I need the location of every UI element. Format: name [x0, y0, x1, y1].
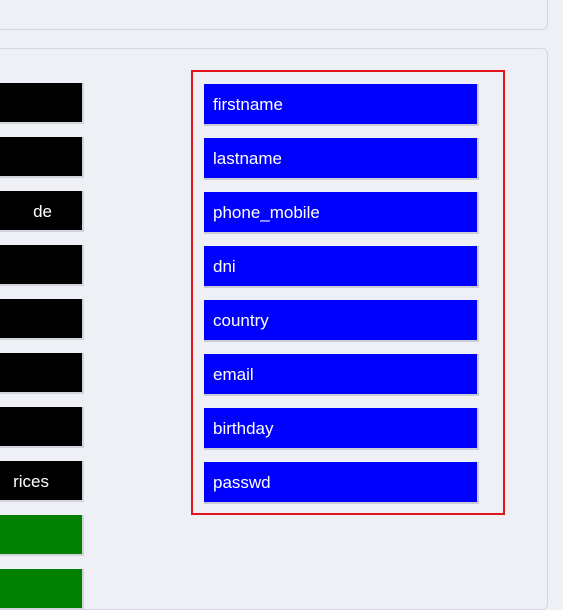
source-field-item[interactable]: [0, 83, 84, 124]
source-field-item[interactable]: rices: [0, 461, 84, 502]
source-field-item[interactable]: [0, 299, 84, 340]
source-field-item[interactable]: [0, 569, 84, 610]
selected-field-lastname[interactable]: lastname: [204, 138, 479, 180]
selected-field-phone-mobile[interactable]: phone_mobile: [204, 192, 479, 234]
selected-field-country[interactable]: country: [204, 300, 479, 342]
selected-field-passwd[interactable]: passwd: [204, 462, 479, 504]
source-field-item[interactable]: [0, 515, 84, 556]
source-field-item[interactable]: [0, 353, 84, 394]
top-panel: [0, 0, 548, 30]
selected-field-firstname[interactable]: firstname: [204, 84, 479, 126]
selected-field-birthday[interactable]: birthday: [204, 408, 479, 450]
source-field-item[interactable]: [0, 245, 84, 286]
source-field-item[interactable]: [0, 407, 84, 448]
source-field-item[interactable]: de: [0, 191, 84, 232]
selected-field-email[interactable]: email: [204, 354, 479, 396]
selected-field-dni[interactable]: dni: [204, 246, 479, 288]
source-field-item[interactable]: [0, 137, 84, 178]
